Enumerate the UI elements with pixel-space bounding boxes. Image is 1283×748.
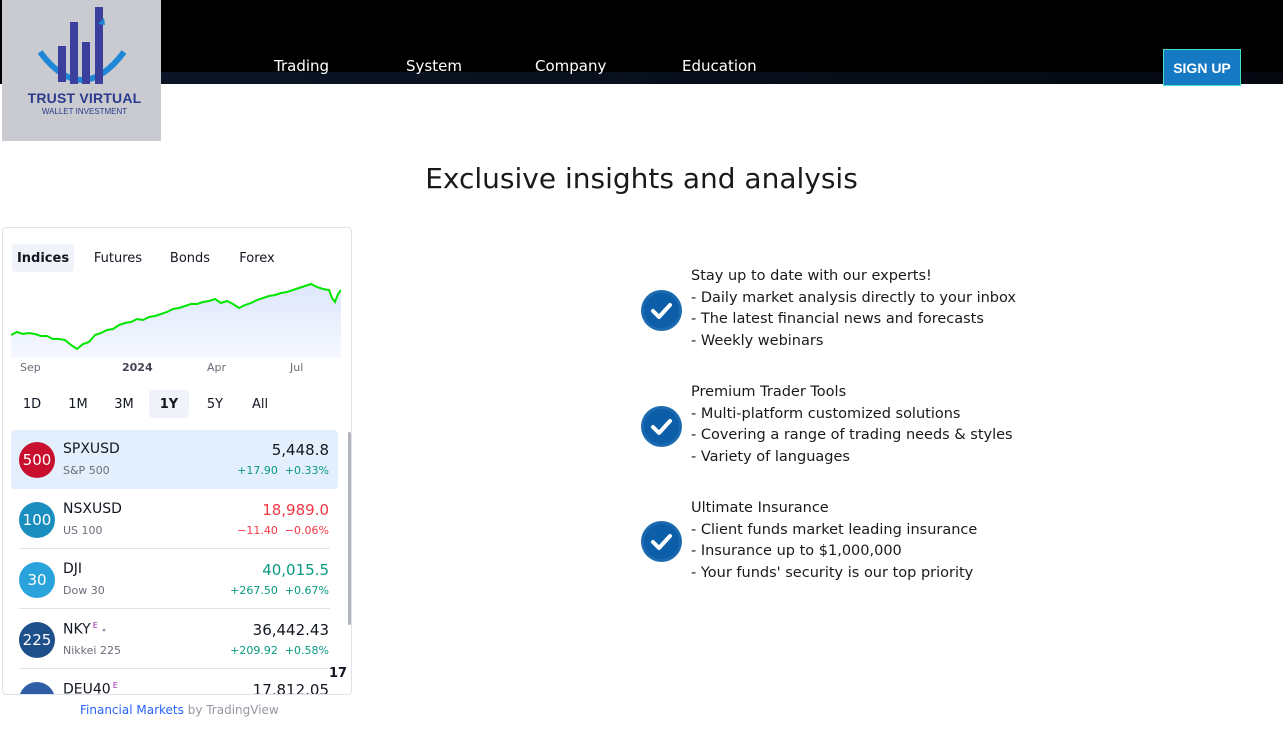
company-logo[interactable]: TRUST VIRTUAL WALLET INVESTMENT xyxy=(2,0,161,141)
row-divider xyxy=(19,548,330,549)
symbol-change: +209.92 +0.58% xyxy=(230,644,329,657)
tradingview-logo-icon[interactable]: 17 xyxy=(329,666,347,681)
change-value: +17.90 xyxy=(237,464,278,477)
market-overview-widget: Indices Futures Bonds Forex Sep 2024 Apr… xyxy=(2,227,352,695)
symbol-name: Dow 30 xyxy=(63,584,105,597)
change-percent: +0.33% xyxy=(284,464,329,477)
symbol-price: 18,989.0 xyxy=(262,501,329,519)
feature-line: - Multi-platform customized solutions xyxy=(691,406,961,422)
nav-company[interactable]: Company xyxy=(535,57,606,75)
symbol-ticker: DJI xyxy=(63,561,83,577)
logo-subtitle: WALLET INVESTMENT xyxy=(41,107,128,116)
chart-x-label-jul: Jul xyxy=(290,361,304,374)
change-value: +267.50 xyxy=(230,584,278,597)
feature-line: - Covering a range of trading needs & st… xyxy=(691,427,1013,443)
logo-title: TRUST VIRTUAL xyxy=(27,90,142,106)
symbol-name: Nikkei 225 xyxy=(63,644,121,657)
symbol-name: S&P 500 xyxy=(63,464,110,477)
range-1y[interactable]: 1Y xyxy=(149,390,189,418)
change-percent: +0.67% xyxy=(284,584,329,597)
chart-x-label-apr: Apr xyxy=(207,361,227,374)
feature-line: - Client funds market leading insurance xyxy=(691,522,978,538)
tab-bonds[interactable]: Bonds xyxy=(163,244,217,272)
change-value: −11.40 xyxy=(237,524,278,537)
tab-forex[interactable]: Forex xyxy=(231,244,283,272)
symbol-name: US 100 xyxy=(63,524,103,537)
chart-x-label-sep: Sep xyxy=(20,361,41,374)
symbol-ticker: DEU40 E xyxy=(63,681,118,695)
logo-bars-icon xyxy=(37,7,127,84)
widget-credit: Financial Markets by TradingView xyxy=(80,703,279,717)
symbol-badge: 30 xyxy=(19,562,55,598)
sign-up-button[interactable]: SIGN UP xyxy=(1163,49,1241,86)
credit-by-text: by TradingView xyxy=(187,703,279,717)
symbol-price: 5,448.8 xyxy=(271,441,329,459)
symbol-ticker: NSXUSD xyxy=(63,501,122,517)
change-value: +209.92 xyxy=(230,644,278,657)
ticker-text: NKY xyxy=(63,621,91,638)
widget-scrollbar[interactable] xyxy=(348,432,351,625)
nav-trading[interactable]: Trading xyxy=(274,57,329,75)
checkmark-icon xyxy=(641,290,682,331)
sparkline-chart[interactable] xyxy=(11,278,341,358)
symbol-price: 40,015.5 xyxy=(262,561,329,579)
range-3m[interactable]: 3M xyxy=(108,390,140,418)
range-5y[interactable]: 5Y xyxy=(199,390,231,418)
sparkline-area xyxy=(11,284,341,358)
symbol-ticker: NKY E • xyxy=(63,621,107,638)
symbol-row-spxusd[interactable]: 500 SPXUSD S&P 500 5,448.8 +17.90 +0.33% xyxy=(11,430,338,489)
tab-futures[interactable]: Futures xyxy=(87,244,149,272)
nav-education[interactable]: Education xyxy=(682,57,757,75)
nav-system[interactable]: System xyxy=(406,57,462,75)
symbol-badge-flag-icon: ✕ xyxy=(19,682,55,694)
feature-line: - Your funds' security is our top priori… xyxy=(691,565,974,581)
checkmark-icon xyxy=(641,521,682,562)
feature-title: Premium Trader Tools xyxy=(691,384,847,400)
symbol-row-deu40[interactable]: ✕ DEU40E 17,812.05 xyxy=(11,670,338,695)
row-divider xyxy=(19,668,330,669)
tab-indices[interactable]: Indices xyxy=(12,244,74,272)
symbol-badge: 225 xyxy=(19,622,55,658)
market-status-dot-icon: • xyxy=(97,625,107,637)
range-all[interactable]: All xyxy=(244,390,276,418)
delayed-flag: E xyxy=(112,681,118,690)
feature-line: - Variety of languages xyxy=(691,449,850,465)
feature-title: Stay up to date with our experts! xyxy=(691,268,932,284)
feature-line: - Daily market analysis directly to your… xyxy=(691,290,1017,306)
symbol-badge: 500 xyxy=(19,442,55,478)
symbol-change: +17.90 +0.33% xyxy=(237,464,329,477)
change-percent: +0.58% xyxy=(284,644,329,657)
symbol-change: +267.50 +0.67% xyxy=(230,584,329,597)
symbol-change: −11.40 −0.06% xyxy=(237,524,329,537)
feature-title: Ultimate Insurance xyxy=(691,500,829,516)
change-percent: −0.06% xyxy=(284,524,329,537)
page-title: Exclusive insights and analysis xyxy=(425,161,858,195)
checkmark-icon xyxy=(641,406,682,447)
symbol-row-nsxusd[interactable]: 100 NSXUSD US 100 18,989.0 −11.40 −0.06% xyxy=(11,490,338,549)
financial-markets-link[interactable]: Financial Markets xyxy=(80,703,184,717)
feature-line: - The latest financial news and forecast… xyxy=(691,311,984,327)
symbol-price: 36,442.43 xyxy=(252,621,329,639)
symbol-price: 17,812.05 xyxy=(252,681,329,695)
symbol-row-nky[interactable]: 225 NKY E • Nikkei 225 36,442.43 +209.92 … xyxy=(11,610,338,669)
ticker-text: DEU40 xyxy=(63,681,111,695)
feature-line: - Insurance up to $1,000,000 xyxy=(691,543,902,559)
symbol-row-dji[interactable]: 30 DJI Dow 30 40,015.5 +267.50 +0.67% xyxy=(11,550,338,609)
row-divider xyxy=(19,608,330,609)
range-1m[interactable]: 1M xyxy=(62,390,94,418)
feature-line: - Weekly webinars xyxy=(691,333,824,349)
chart-x-label-2024: 2024 xyxy=(122,361,153,374)
symbol-ticker: SPXUSD xyxy=(63,441,120,457)
range-1d[interactable]: 1D xyxy=(16,390,48,418)
symbol-badge: 100 xyxy=(19,502,55,538)
